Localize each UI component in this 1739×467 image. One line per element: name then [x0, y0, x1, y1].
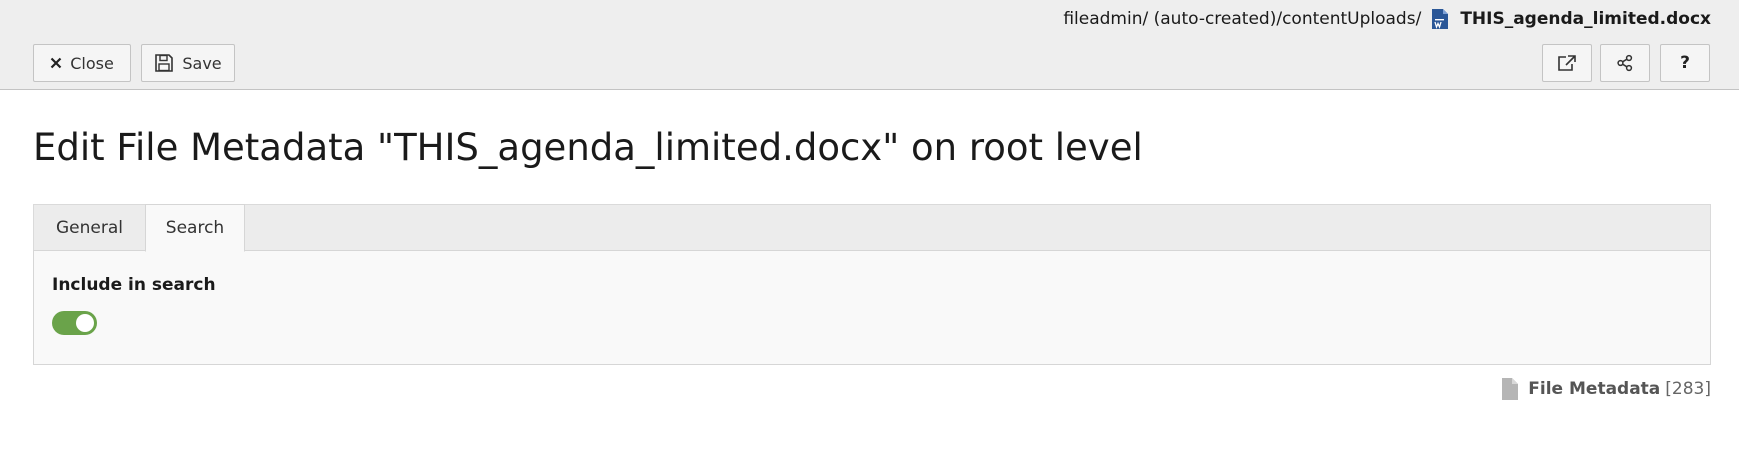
doc-header: fileadmin/ (auto-created)/contentUploads… — [0, 0, 1739, 90]
share-button[interactable] — [1600, 44, 1650, 82]
include-in-search-toggle[interactable] — [52, 311, 97, 335]
help-button[interactable]: ? — [1660, 44, 1710, 82]
share-icon — [1616, 54, 1634, 72]
record-info: File Metadata [283] — [1502, 378, 1711, 400]
open-external-icon — [1557, 54, 1577, 72]
close-icon — [50, 57, 62, 69]
record-id: [283] — [1665, 379, 1711, 399]
breadcrumb-path: fileadmin/ (auto-created)/contentUploads… — [1063, 9, 1422, 29]
toggle-knob — [76, 314, 94, 332]
save-button[interactable]: Save — [141, 44, 235, 82]
tab-search[interactable]: Search — [145, 204, 245, 252]
help-icon: ? — [1680, 53, 1690, 73]
open-external-button[interactable] — [1542, 44, 1592, 82]
record-type: File Metadata — [1528, 379, 1661, 399]
save-icon — [154, 53, 174, 73]
close-button-label: Close — [70, 53, 114, 73]
page-title: Edit File Metadata "THIS_agenda_limited.… — [33, 126, 1143, 169]
breadcrumb: fileadmin/ (auto-created)/contentUploads… — [1063, 6, 1711, 32]
tab-bar: General Search — [33, 204, 1711, 252]
file-icon — [1502, 378, 1519, 400]
tab-general[interactable]: General — [34, 204, 145, 252]
word-document-icon — [1431, 8, 1449, 30]
search-tab-panel: Include in search — [33, 250, 1711, 365]
close-button[interactable]: Close — [33, 44, 131, 82]
save-button-label: Save — [182, 53, 222, 73]
breadcrumb-filename[interactable]: THIS_agenda_limited.docx — [1460, 9, 1711, 29]
include-in-search-label: Include in search — [52, 275, 216, 295]
